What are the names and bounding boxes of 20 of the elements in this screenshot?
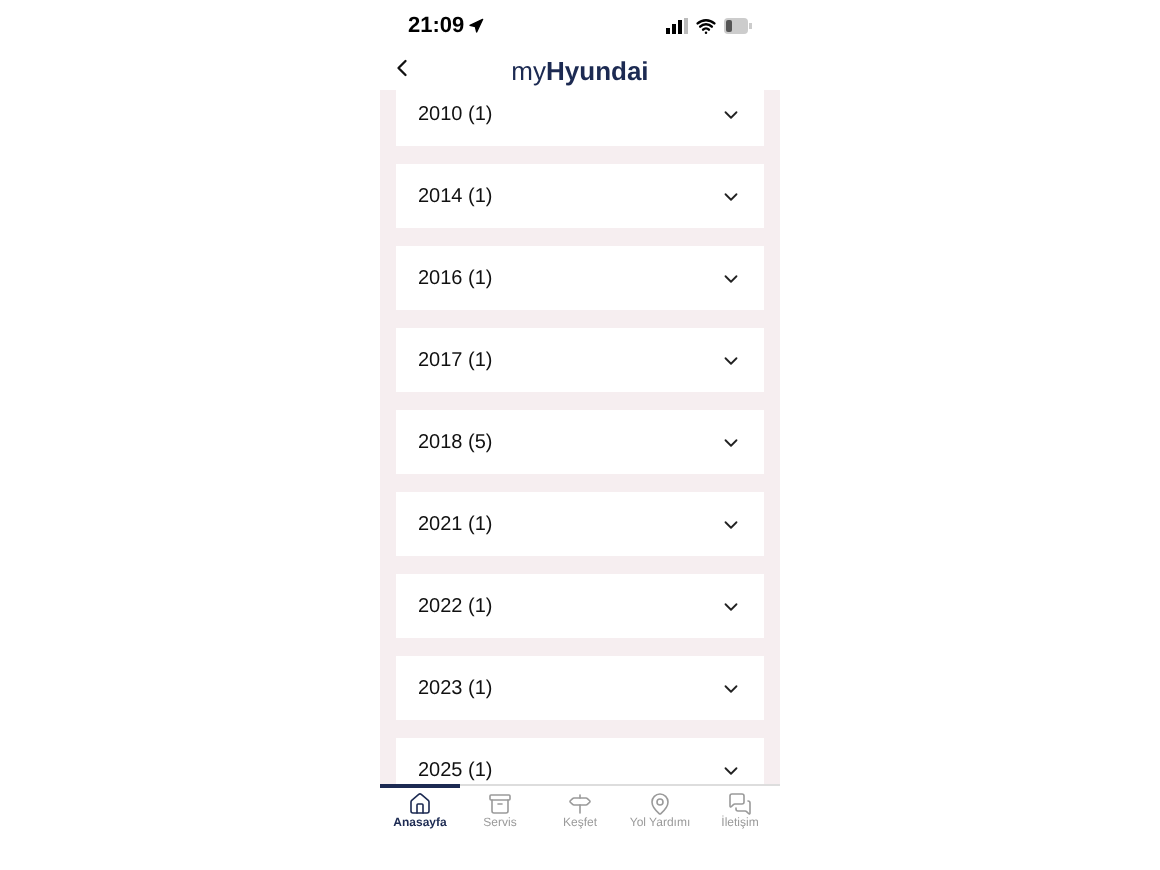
year-accordion[interactable]: 2010 (1)	[396, 90, 764, 146]
status-time: 21:09	[408, 13, 485, 37]
year-accordion[interactable]: 2018 (5)	[396, 410, 764, 474]
chat-icon	[728, 792, 752, 816]
signal-icon	[666, 17, 688, 33]
year-accordion[interactable]: 2023 (1)	[396, 656, 764, 720]
year-accordion[interactable]: 2014 (1)	[396, 164, 764, 228]
year-accordion[interactable]: 2022 (1)	[396, 574, 764, 638]
battery-icon	[724, 17, 752, 33]
signpost-icon	[568, 792, 592, 816]
year-accordion[interactable]: 2025 (1)	[396, 738, 764, 784]
location-arrow-icon	[468, 17, 485, 33]
app-title: myHyundai	[511, 55, 649, 85]
year-accordion[interactable]: 2021 (1)	[396, 492, 764, 556]
wifi-icon	[696, 15, 716, 35]
year-accordion[interactable]: 2017 (1)	[396, 328, 764, 392]
home-icon	[408, 792, 432, 816]
map-pin-icon	[648, 792, 672, 816]
box-icon	[488, 792, 512, 816]
year-accordion[interactable]: 2016 (1)	[396, 246, 764, 310]
